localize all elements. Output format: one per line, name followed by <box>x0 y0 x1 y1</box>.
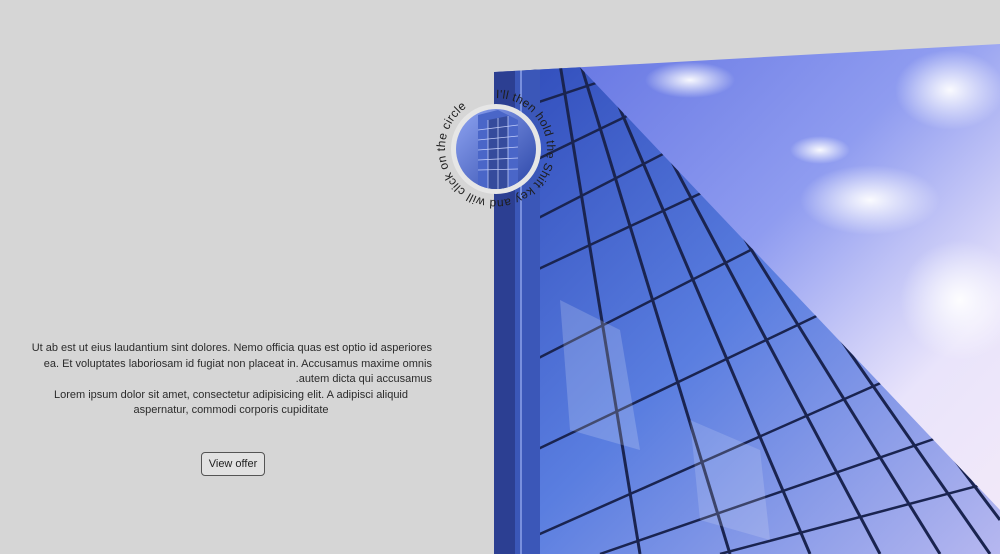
hero-paragraph-secondary: Lorem ipsum dolor sit amet, consectetur … <box>53 388 408 417</box>
hero-paragraph: Ut ab est ut eius laudantium sint dolore… <box>31 342 432 385</box>
landing-page: Ut ab est ut eius laudantium sint dolore… <box>0 0 1000 554</box>
view-offer-button[interactable]: View offer <box>201 452 265 476</box>
rotating-text-badge[interactable]: I'll then hold the Shift key and will cl… <box>428 80 568 220</box>
hero-copy: Ut ab est ut eius laudantium sint dolore… <box>30 341 432 419</box>
